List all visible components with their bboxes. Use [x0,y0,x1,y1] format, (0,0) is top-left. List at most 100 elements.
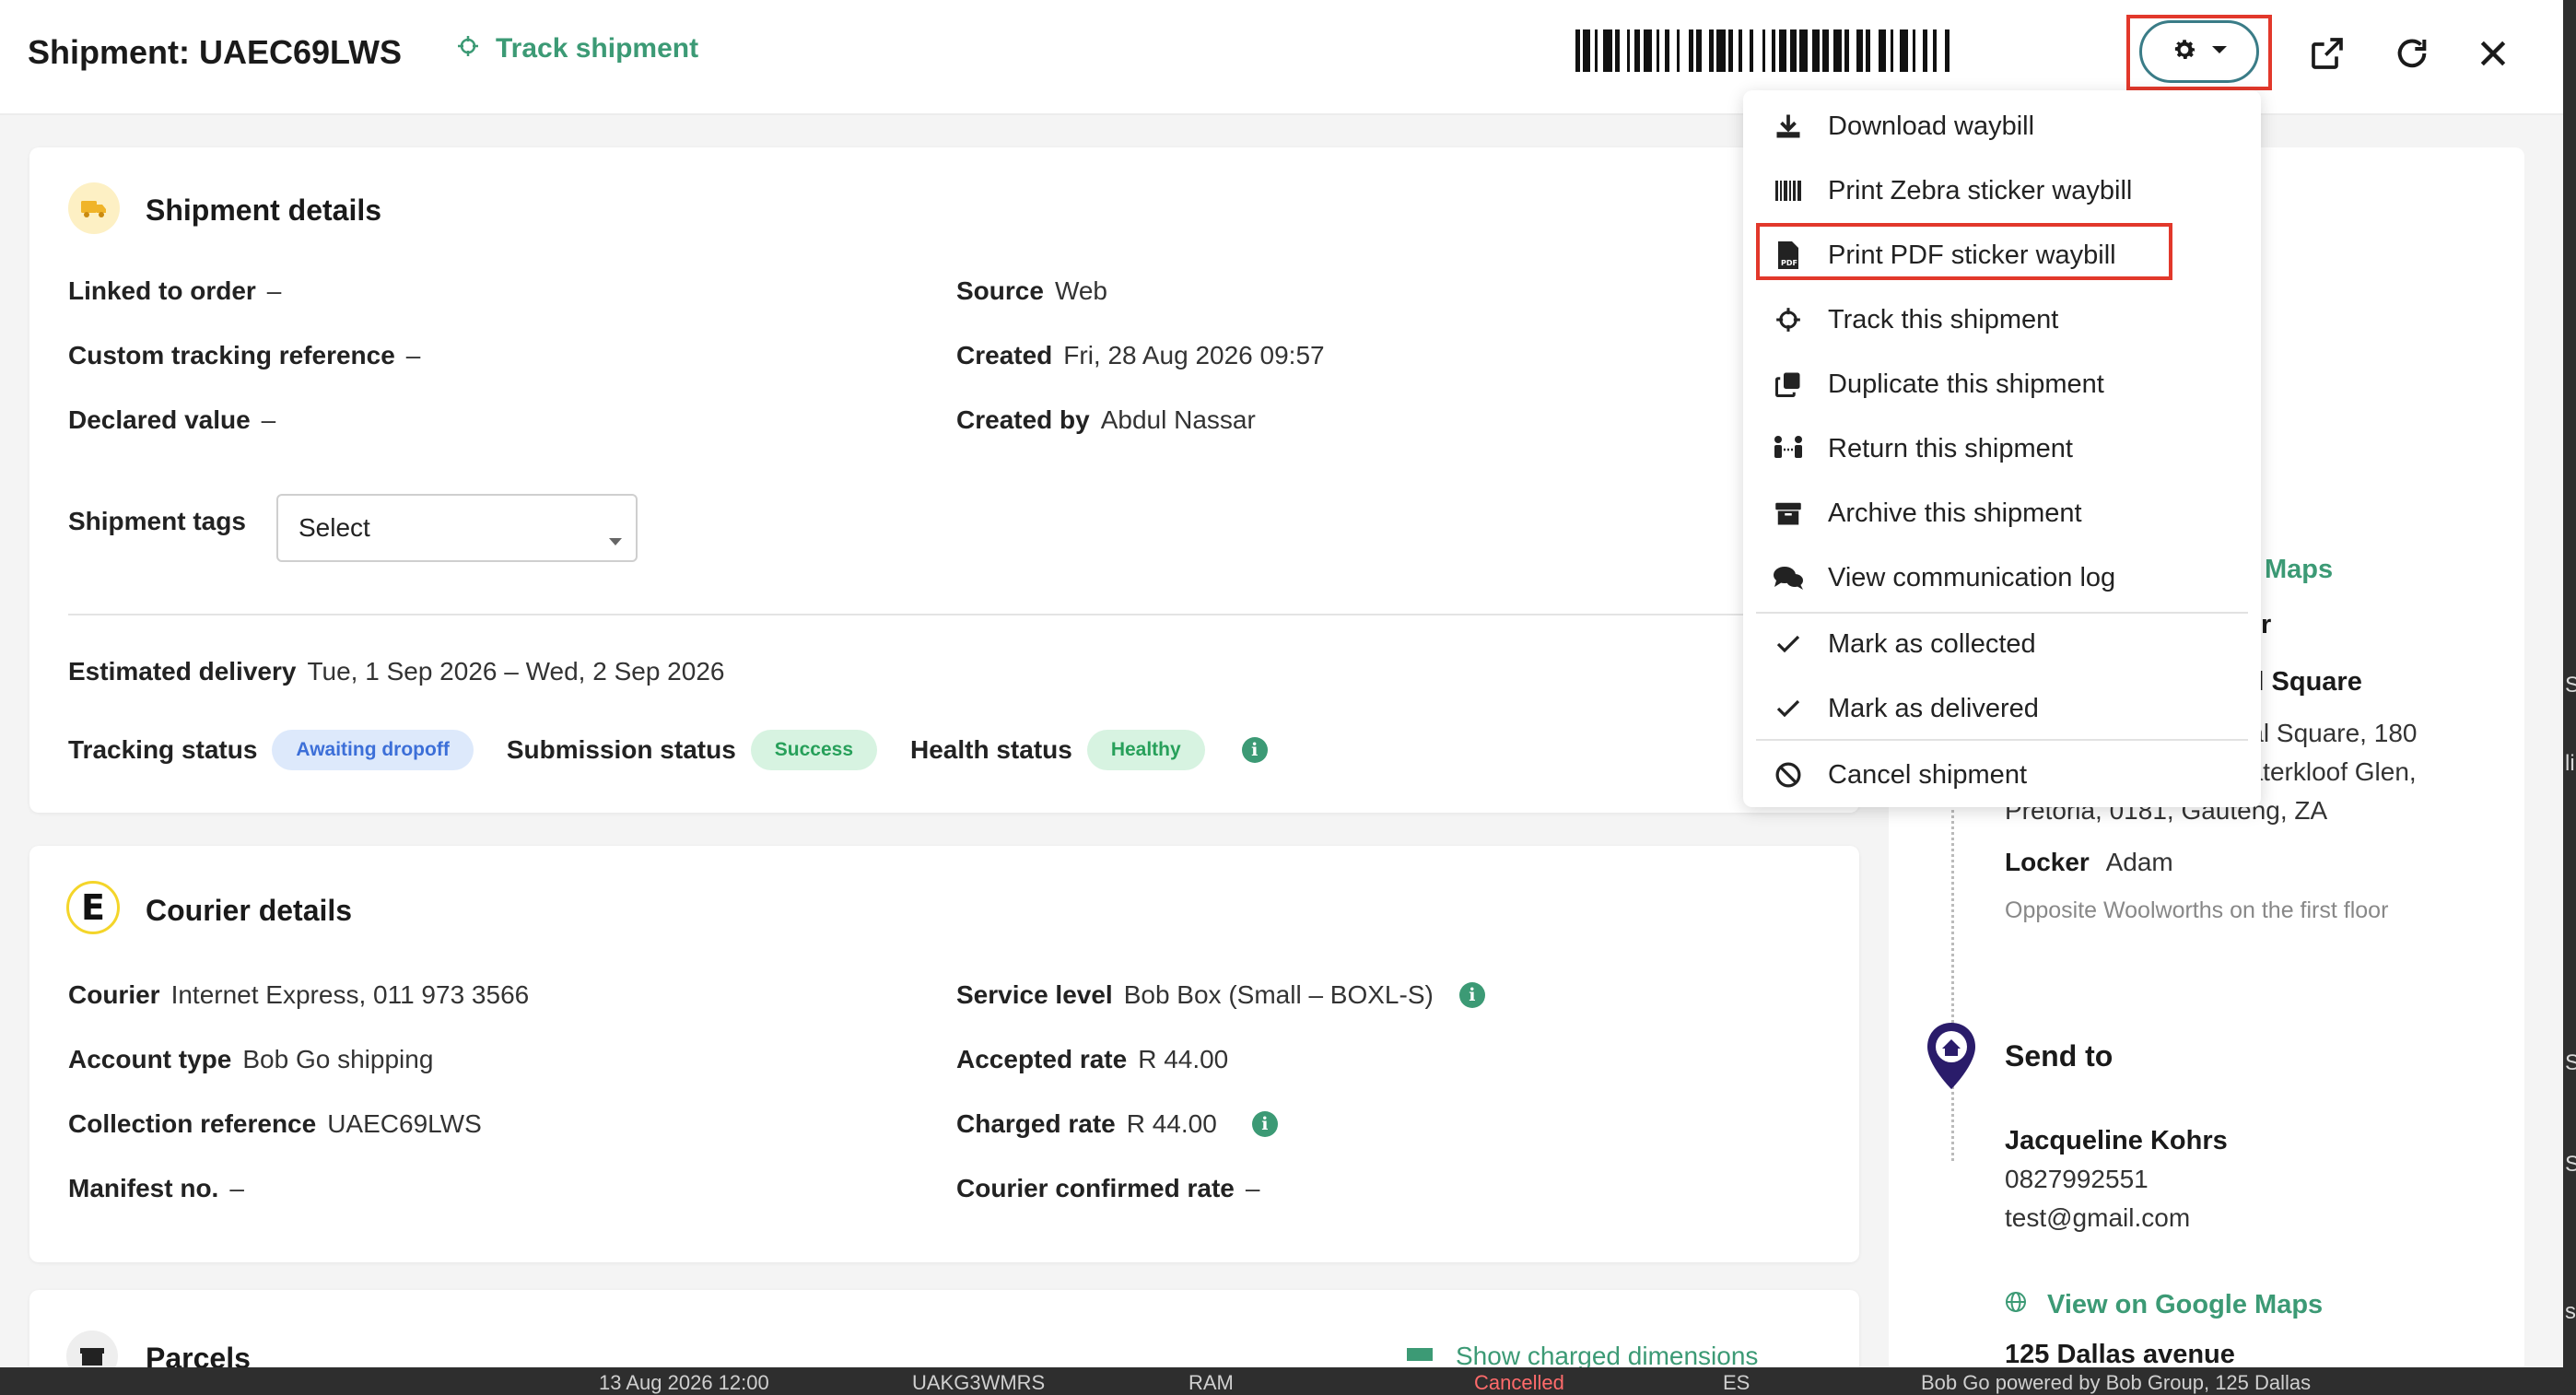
declared-value-value: – [261,405,276,434]
external-link-icon[interactable] [2309,35,2346,72]
account-type-value: Bob Go shipping [242,1045,434,1073]
menu-item-mark-delivered[interactable]: Mark as delivered [1743,676,2261,741]
info-icon[interactable]: i [1458,982,1485,1008]
manifest-value: – [229,1174,244,1202]
menu-item-label: Return this shipment [1828,433,2073,463]
recipient-name: Jacqueline Kohrs [2005,1126,2228,1155]
barcode-bar [1753,29,1762,72]
shipment-tags-select[interactable]: Select [276,494,638,562]
courier-row: Courier Internet Express, 011 973 3566 [68,980,529,1010]
created-label: Created [956,341,1053,369]
menu-item-track-shipment[interactable]: Track this shipment [1743,287,2261,352]
tracking-status-label: Tracking status [68,735,258,764]
recipient-email: test@gmail.com [2005,1203,2191,1232]
linked-to-order-row: Linked to order – [68,276,281,306]
status-row: Tracking status Awaiting dropoff Submiss… [68,730,1268,770]
ban-icon [1773,759,1804,791]
tracking-status-badge: Awaiting dropoff [272,730,474,770]
created-value: Fri, 28 Aug 2026 09:57 [1063,341,1325,369]
custom-tracking-value: – [405,341,421,369]
collection-reference-label: Collection reference [68,1109,317,1138]
info-icon[interactable]: i [1251,1111,1278,1137]
menu-item-label: View communication log [1828,562,2116,592]
bg-address: Bob Go powered by Bob Group, 125 Dallas [1921,1371,2312,1394]
menu-item-mark-collected[interactable]: Mark as collected [1743,612,2261,676]
check-icon [1773,628,1804,660]
collect-maps-link-partial[interactable]: Maps [2265,555,2333,585]
linked-to-order-label: Linked to order [68,276,256,305]
track-shipment-link[interactable]: Track shipment [457,33,698,64]
return-people-icon [1773,433,1804,464]
shipment-details-title: Shipment details [146,193,382,227]
accepted-rate-label: Accepted rate [956,1045,1128,1073]
ruler-icon [1406,1342,1434,1367]
custom-tracking-label: Custom tracking reference [68,341,395,369]
courier-label: Courier [68,980,160,1009]
menu-item-label: Track this shipment [1828,304,2059,334]
menu-item-print-zebra-waybill[interactable]: Print Zebra sticker waybill [1743,158,2261,223]
menu-item-view-communication-log[interactable]: View communication log [1743,545,2261,610]
close-icon[interactable] [2475,35,2512,72]
barcode-bar [1778,29,1786,72]
send-to-title: Send to [2005,1039,2113,1073]
barcode-bar [1879,29,1887,72]
barcode-bar [1798,29,1809,72]
info-icon[interactable]: i [1241,737,1268,763]
menu-item-duplicate-shipment[interactable]: Duplicate this shipment [1743,352,2261,416]
accepted-rate-row: Accepted rate R 44.00 [956,1045,1228,1074]
settings-menu-button[interactable] [2139,20,2259,83]
bg-courier: RAM [1188,1371,1234,1394]
crosshair-icon [457,33,479,64]
estimated-delivery-value: Tue, 1 Sep 2026 – Wed, 2 Sep 2026 [307,657,725,686]
collection-reference-row: Collection reference UAEC69LWS [68,1109,482,1139]
bg-glyph: li [2565,751,2575,776]
menu-item-label: Archive this shipment [1828,498,2082,528]
barcode-bar [1812,29,1821,72]
refresh-icon[interactable] [2394,35,2430,72]
menu-item-label: Print Zebra sticker waybill [1828,175,2133,205]
barcode-bar [1702,29,1709,72]
shipment-tags-row: Shipment tags [68,507,246,536]
account-type-row: Account type Bob Go shipping [68,1045,433,1074]
menu-item-archive-shipment[interactable]: Archive this shipment [1743,481,2261,545]
page-title: Shipment: UAEC69LWS [28,33,403,71]
shipment-tags-select-value: Select [299,513,370,542]
svg-text:PDF: PDF [1781,259,1797,267]
bg-code: ES [1723,1371,1751,1394]
collect-address-line1: ral Square, 180 [2241,719,2418,747]
bg-status: Cancelled [1474,1371,1564,1394]
barcode-bar [1716,29,1726,72]
show-charged-dimensions-link[interactable]: Show charged dimensions [1406,1342,1758,1367]
recipient-phone: 0827992551 [2005,1165,2149,1193]
archive-icon [1773,498,1804,529]
courier-logo: E [66,881,120,934]
menu-item-download-waybill[interactable]: Download waybill [1743,94,2261,158]
copy-icon [1773,369,1804,400]
chat-icon [1773,562,1804,593]
recipient-maps-link-label: View on Google Maps [2047,1290,2324,1319]
courier-confirmed-rate-row: Courier confirmed rate – [956,1174,1259,1203]
collect-name-partial: r [2261,610,2272,639]
courier-details-title: Courier details [146,894,353,927]
charged-rate-row: Charged rate R 44.00 i [956,1109,1278,1139]
recipient-maps-link[interactable]: View on Google Maps [2005,1290,2323,1320]
menu-item-cancel-shipment[interactable]: Cancel shipment [1743,743,2261,807]
bg-glyph: S [2565,1050,2576,1075]
health-status-label: Health status [910,735,1072,764]
settings-dropdown-menu: Download waybill Print Zebra sticker way… [1743,90,2261,807]
barcode-bar [1669,29,1677,72]
menu-item-return-shipment[interactable]: Return this shipment [1743,416,2261,481]
menu-item-print-pdf-waybill[interactable]: PDF Print PDF sticker waybill [1743,223,2261,287]
locker-label: Locker [2005,848,2090,876]
show-charged-dimensions-label: Show charged dimensions [1456,1342,1759,1367]
caret-down-icon [2211,43,2228,60]
service-level-label: Service level [956,980,1113,1009]
parcels-title: Parcels [146,1342,251,1367]
caret-down-icon [608,523,623,553]
parcel-icon [66,1331,118,1367]
collection-reference-value: UAEC69LWS [327,1109,482,1138]
estimated-delivery-row: Estimated delivery Tue, 1 Sep 2026 – Wed… [68,657,724,686]
bg-date: 13 Aug 2026 12:00 [599,1371,769,1394]
barcode-bar [1680,29,1689,72]
shipment-details-card: Shipment details Linked to order – Custo… [29,147,1859,813]
